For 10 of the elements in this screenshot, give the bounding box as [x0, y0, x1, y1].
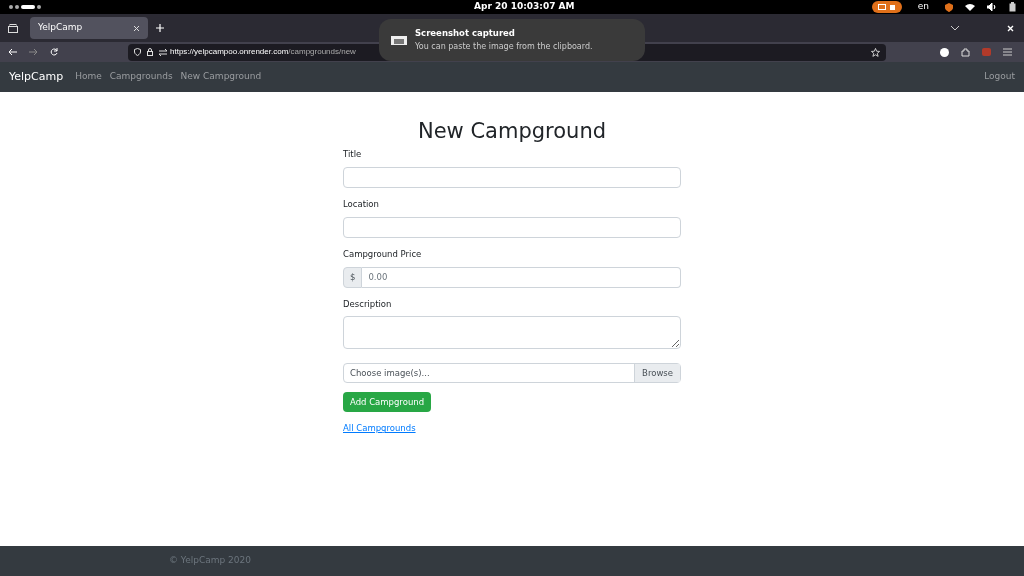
currency-prefix: $	[343, 266, 363, 288]
url-text: https://yelpcampoo.onrender.com/campgrounds/new	[170, 46, 356, 58]
footer-text: © YelpCamp 2020	[169, 554, 251, 568]
page-heading: New Campground	[416, 118, 608, 145]
field-label: Title	[343, 148, 362, 161]
field-label: Campground Price	[343, 247, 422, 261]
notification-message: You can paste the image from the clipboard.	[415, 41, 593, 54]
notification-title: Screenshot captured	[415, 26, 516, 40]
field-label: Location	[343, 198, 379, 211]
field-label: Description	[343, 297, 392, 311]
